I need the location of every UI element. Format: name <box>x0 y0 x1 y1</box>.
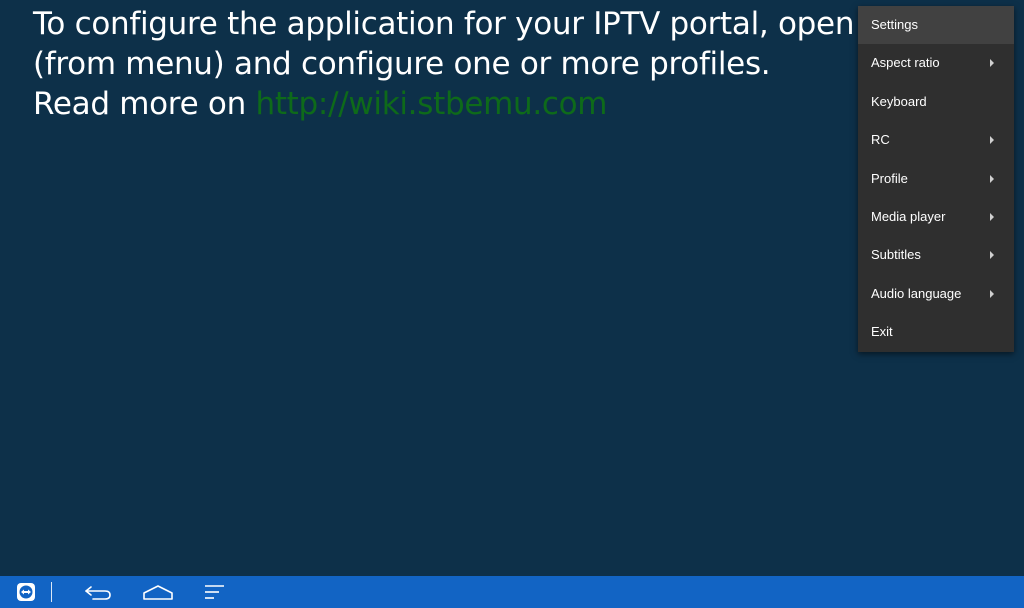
navbar-divider <box>51 582 52 602</box>
menu-item-label: Subtitles <box>871 247 921 263</box>
submenu-arrow-icon <box>990 59 994 68</box>
menu-item-profile[interactable]: Profile <box>858 160 1014 198</box>
menu-item-audio-language[interactable]: Audio language <box>858 275 1014 313</box>
menu-item-label: Exit <box>871 324 893 340</box>
menu-item-label: Media player <box>871 208 946 224</box>
submenu-arrow-icon <box>990 251 994 260</box>
submenu-arrow-icon <box>990 289 994 298</box>
menu-item-label: Settings <box>871 17 918 32</box>
menu-item-media-player[interactable]: Media player <box>858 198 1014 236</box>
back-button[interactable] <box>80 576 116 608</box>
menu-item-label: Aspect ratio <box>871 55 940 71</box>
menu-item-label: RC <box>871 132 890 148</box>
menu-item-label: Profile <box>871 170 908 186</box>
teamviewer-button[interactable] <box>13 576 39 608</box>
menu-item-subtitles[interactable]: Subtitles <box>858 236 1014 274</box>
recents-icon <box>205 585 224 599</box>
menu-item-aspect-ratio[interactable]: Aspect ratio <box>858 44 1014 82</box>
wiki-link[interactable]: http://wiki.stbemu.com <box>255 86 607 122</box>
menu-item-rc[interactable]: RC <box>858 121 1014 159</box>
menu-item-label: Audio language <box>871 285 962 301</box>
teamviewer-icon <box>17 583 35 601</box>
system-navigation-bar <box>0 576 1024 608</box>
back-icon <box>85 586 111 600</box>
options-menu: Settings Aspect ratio Keyboard RC Profil… <box>858 6 1014 352</box>
home-button[interactable] <box>140 576 176 608</box>
submenu-arrow-icon <box>990 212 994 221</box>
app-screen: To configure the application for your IP… <box>0 0 1024 608</box>
menu-item-label: Keyboard <box>871 93 927 109</box>
menu-item-exit[interactable]: Exit <box>858 313 1014 351</box>
menu-item-keyboard[interactable]: Keyboard <box>858 83 1014 121</box>
message-read-more-text: Read more on <box>33 86 256 122</box>
menu-item-settings[interactable]: Settings <box>858 6 1014 45</box>
submenu-arrow-icon <box>990 136 994 145</box>
recents-button[interactable] <box>200 576 228 608</box>
submenu-arrow-icon <box>990 174 994 183</box>
home-icon <box>143 585 173 600</box>
